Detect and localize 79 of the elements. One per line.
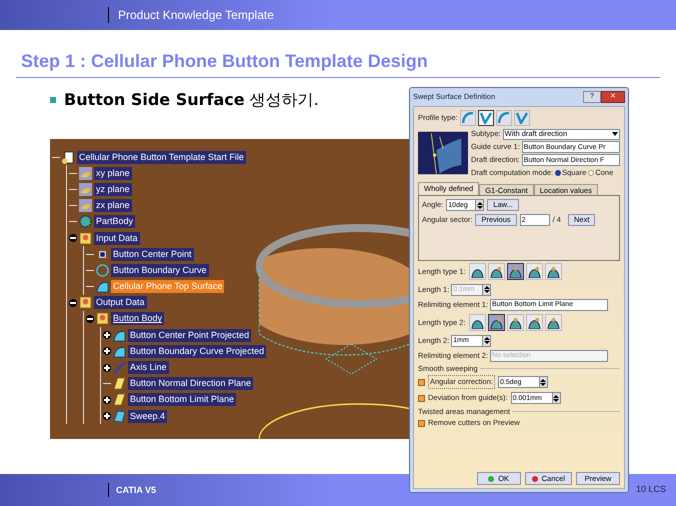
- curve-profile-icon: [546, 316, 560, 328]
- tree-item[interactable]: Button Body: [111, 312, 164, 326]
- footer-product: CATIA V5: [108, 483, 156, 497]
- curve-profile-icon: [528, 266, 541, 278]
- header-title: Product Knowledge Template: [108, 7, 274, 23]
- expand-icon[interactable]: [103, 331, 111, 340]
- collapse-icon[interactable]: [69, 298, 77, 307]
- curve-profile-icon: [490, 266, 503, 278]
- expand-icon[interactable]: [103, 364, 111, 372]
- page-number: 10 LCS: [636, 483, 666, 496]
- folder-icon: [79, 296, 92, 310]
- tree-item[interactable]: yz plane: [94, 182, 132, 196]
- slide-title: Step 1 : Cellular Phone Button Template Design: [20, 50, 429, 73]
- collapse-icon[interactable]: [69, 234, 77, 242]
- plane-icon: [79, 182, 92, 196]
- tree-item[interactable]: Button Center Point Projected: [128, 328, 252, 342]
- plane-icon: [113, 393, 126, 406]
- tree-item[interactable]: PartBody: [94, 215, 136, 228]
- surface-icon: [96, 280, 109, 294]
- length-type-button[interactable]: [488, 314, 505, 331]
- tree-item[interactable]: Input Data: [94, 232, 140, 245]
- bullet-icon: [50, 97, 56, 103]
- tree-item[interactable]: Cellular Phone Button Template Start File: [77, 150, 246, 164]
- curve-profile-icon: [508, 266, 522, 278]
- surface-icon: [113, 328, 126, 342]
- radio-button[interactable]: [555, 170, 562, 176]
- curve-profile-icon: [490, 316, 503, 328]
- profile-icon: [480, 112, 492, 124]
- tree-item[interactable]: xy plane: [94, 166, 132, 180]
- tree-item[interactable]: Button Bottom Limit Plane: [128, 393, 236, 406]
- caret-icon: [612, 132, 618, 136]
- length-type-button[interactable]: [506, 263, 524, 280]
- tree-item[interactable]: Button Center Point: [111, 248, 194, 261]
- document-icon: [62, 150, 75, 164]
- collapse-icon[interactable]: [86, 314, 94, 323]
- tree-item[interactable]: Button Boundary Curve Projected: [128, 344, 266, 358]
- radio-button[interactable]: [588, 170, 594, 176]
- spinner-icon[interactable]: [475, 200, 484, 210]
- curve-profile-icon: [528, 316, 541, 328]
- spinner-icon[interactable]: [482, 336, 490, 346]
- expand-icon[interactable]: [103, 412, 111, 420]
- checkbox[interactable]: [418, 378, 425, 386]
- tree-item[interactable]: Button Normal Direction Plane: [128, 377, 254, 390]
- profile-icon: [516, 112, 528, 124]
- expand-icon[interactable]: [103, 396, 111, 404]
- line-icon: [113, 361, 126, 374]
- tree-item[interactable]: Sweep.4: [128, 410, 168, 423]
- spinner-icon[interactable]: [552, 393, 560, 403]
- tree-item[interactable]: Button Boundary Curve: [111, 264, 209, 277]
- surface-icon: [113, 344, 126, 358]
- length-type-button[interactable]: [468, 314, 486, 331]
- tree-item[interactable]: zx plane: [94, 199, 132, 212]
- bullet-text: Button Side Surface 생성하기.: [64, 89, 319, 111]
- length-type-button[interactable]: [526, 263, 543, 280]
- tree-item[interactable]: Output Data: [94, 296, 147, 310]
- length-type-button[interactable]: [544, 263, 562, 280]
- length-type-button[interactable]: [506, 314, 524, 331]
- checkbox[interactable]: [418, 394, 425, 402]
- length-type-button[interactable]: [468, 263, 486, 280]
- plane-icon: [113, 377, 126, 390]
- checkbox[interactable]: [418, 420, 425, 426]
- folder-icon: [96, 312, 109, 326]
- tree-item[interactable]: Axis Line: [128, 361, 169, 374]
- plane-icon: [79, 166, 92, 180]
- circle-icon: [96, 264, 109, 277]
- curve-profile-icon: [508, 316, 522, 328]
- expand-icon[interactable]: [103, 347, 111, 356]
- length-type-button[interactable]: [544, 314, 562, 331]
- gear-icon: [79, 215, 92, 228]
- length-type-button[interactable]: [526, 314, 543, 331]
- profile-type-button[interactable]: [478, 110, 494, 126]
- spinner-icon[interactable]: [538, 377, 547, 387]
- length-type-button[interactable]: [488, 263, 505, 280]
- profile-icon: [498, 112, 510, 124]
- sweep-icon: [113, 410, 126, 423]
- curve-profile-icon: [546, 266, 560, 278]
- profile-icon: [462, 112, 474, 124]
- folder-icon: [79, 232, 92, 245]
- plane-icon: [79, 199, 92, 212]
